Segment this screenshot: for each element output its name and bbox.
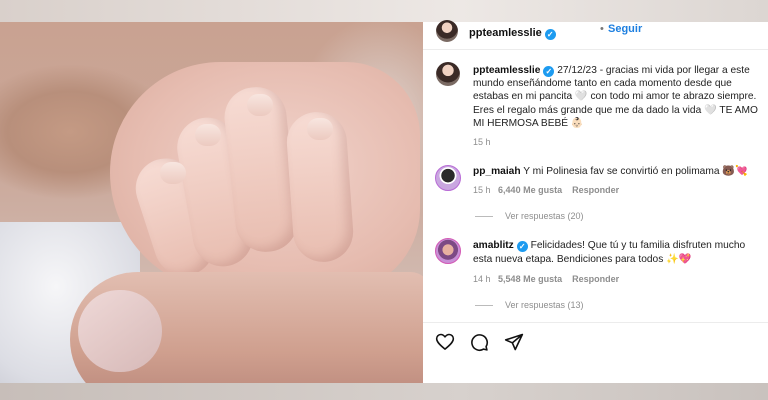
image-border-top bbox=[0, 0, 768, 22]
reply-button[interactable]: Responder bbox=[572, 185, 619, 195]
comment-time: 15 h bbox=[473, 185, 491, 195]
comment-meta: 14 h 5,548 Me gusta Responder bbox=[473, 274, 619, 284]
comment-username[interactable]: pp_maiah bbox=[473, 166, 521, 177]
comment-likes[interactable]: 5,548 Me gusta bbox=[498, 274, 562, 284]
comment-time: 14 h bbox=[473, 274, 491, 284]
view-replies-button[interactable]: Ver respuestas (13) bbox=[475, 300, 584, 310]
comment-avatar[interactable] bbox=[435, 165, 461, 191]
comment-username[interactable]: amablitz bbox=[473, 240, 514, 251]
fingernail bbox=[160, 162, 186, 184]
verified-badge-icon: ✓ bbox=[543, 66, 555, 77]
verified-badge-icon: ✓ bbox=[516, 241, 528, 252]
author-username[interactable]: ppteamlesslie bbox=[469, 27, 542, 39]
comment: pp_maiah Y mi Polinesia fav se convirtió… bbox=[473, 165, 763, 179]
view-replies-button[interactable]: Ver respuestas (20) bbox=[475, 211, 584, 221]
comment-avatar[interactable] bbox=[435, 238, 461, 264]
post-sidebar: ppteamlesslie ✓ • Seguir ppteamlesslie ✓ 2… bbox=[423, 20, 768, 383]
caption-timestamp: 15 h bbox=[473, 137, 491, 147]
separator-dot: • bbox=[600, 23, 604, 35]
fingernail bbox=[247, 94, 273, 116]
post-header: ppteamlesslie ✓ • Seguir bbox=[469, 23, 642, 41]
actions-divider bbox=[423, 322, 768, 323]
post-photo[interactable] bbox=[0, 22, 423, 383]
post-caption: ppteamlesslie ✓ 27/12/23 - gracias mi vid… bbox=[473, 64, 765, 130]
comment-text: Y mi Polinesia fav se convirtió en polim… bbox=[520, 166, 748, 177]
replies-line bbox=[475, 216, 493, 218]
paper-plane-icon[interactable] bbox=[504, 332, 524, 357]
view-replies-label: Ver respuestas (13) bbox=[505, 300, 584, 310]
heart-icon[interactable] bbox=[435, 332, 455, 357]
fingernail bbox=[307, 118, 333, 140]
verified-badge-icon: ✓ bbox=[544, 29, 556, 40]
caption-username[interactable]: ppteamlesslie bbox=[473, 65, 540, 76]
follow-button[interactable]: Seguir bbox=[608, 23, 642, 35]
header-divider bbox=[423, 49, 768, 50]
replies-line bbox=[475, 305, 493, 307]
reply-button[interactable]: Responder bbox=[572, 274, 619, 284]
image-border-bottom bbox=[0, 383, 768, 400]
fingernail bbox=[195, 124, 221, 146]
comment-icon[interactable] bbox=[469, 332, 489, 357]
comment-likes[interactable]: 6,440 Me gusta bbox=[498, 185, 562, 195]
adult-fingernail bbox=[78, 290, 162, 372]
view-replies-label: Ver respuestas (20) bbox=[505, 211, 584, 221]
comment: amablitz ✓ Felicidades! Que tú y tu famil… bbox=[473, 239, 763, 267]
caption-avatar[interactable] bbox=[436, 62, 460, 86]
post-actions bbox=[435, 332, 534, 357]
author-avatar[interactable] bbox=[436, 20, 458, 42]
comment-meta: 15 h 6,440 Me gusta Responder bbox=[473, 185, 619, 195]
